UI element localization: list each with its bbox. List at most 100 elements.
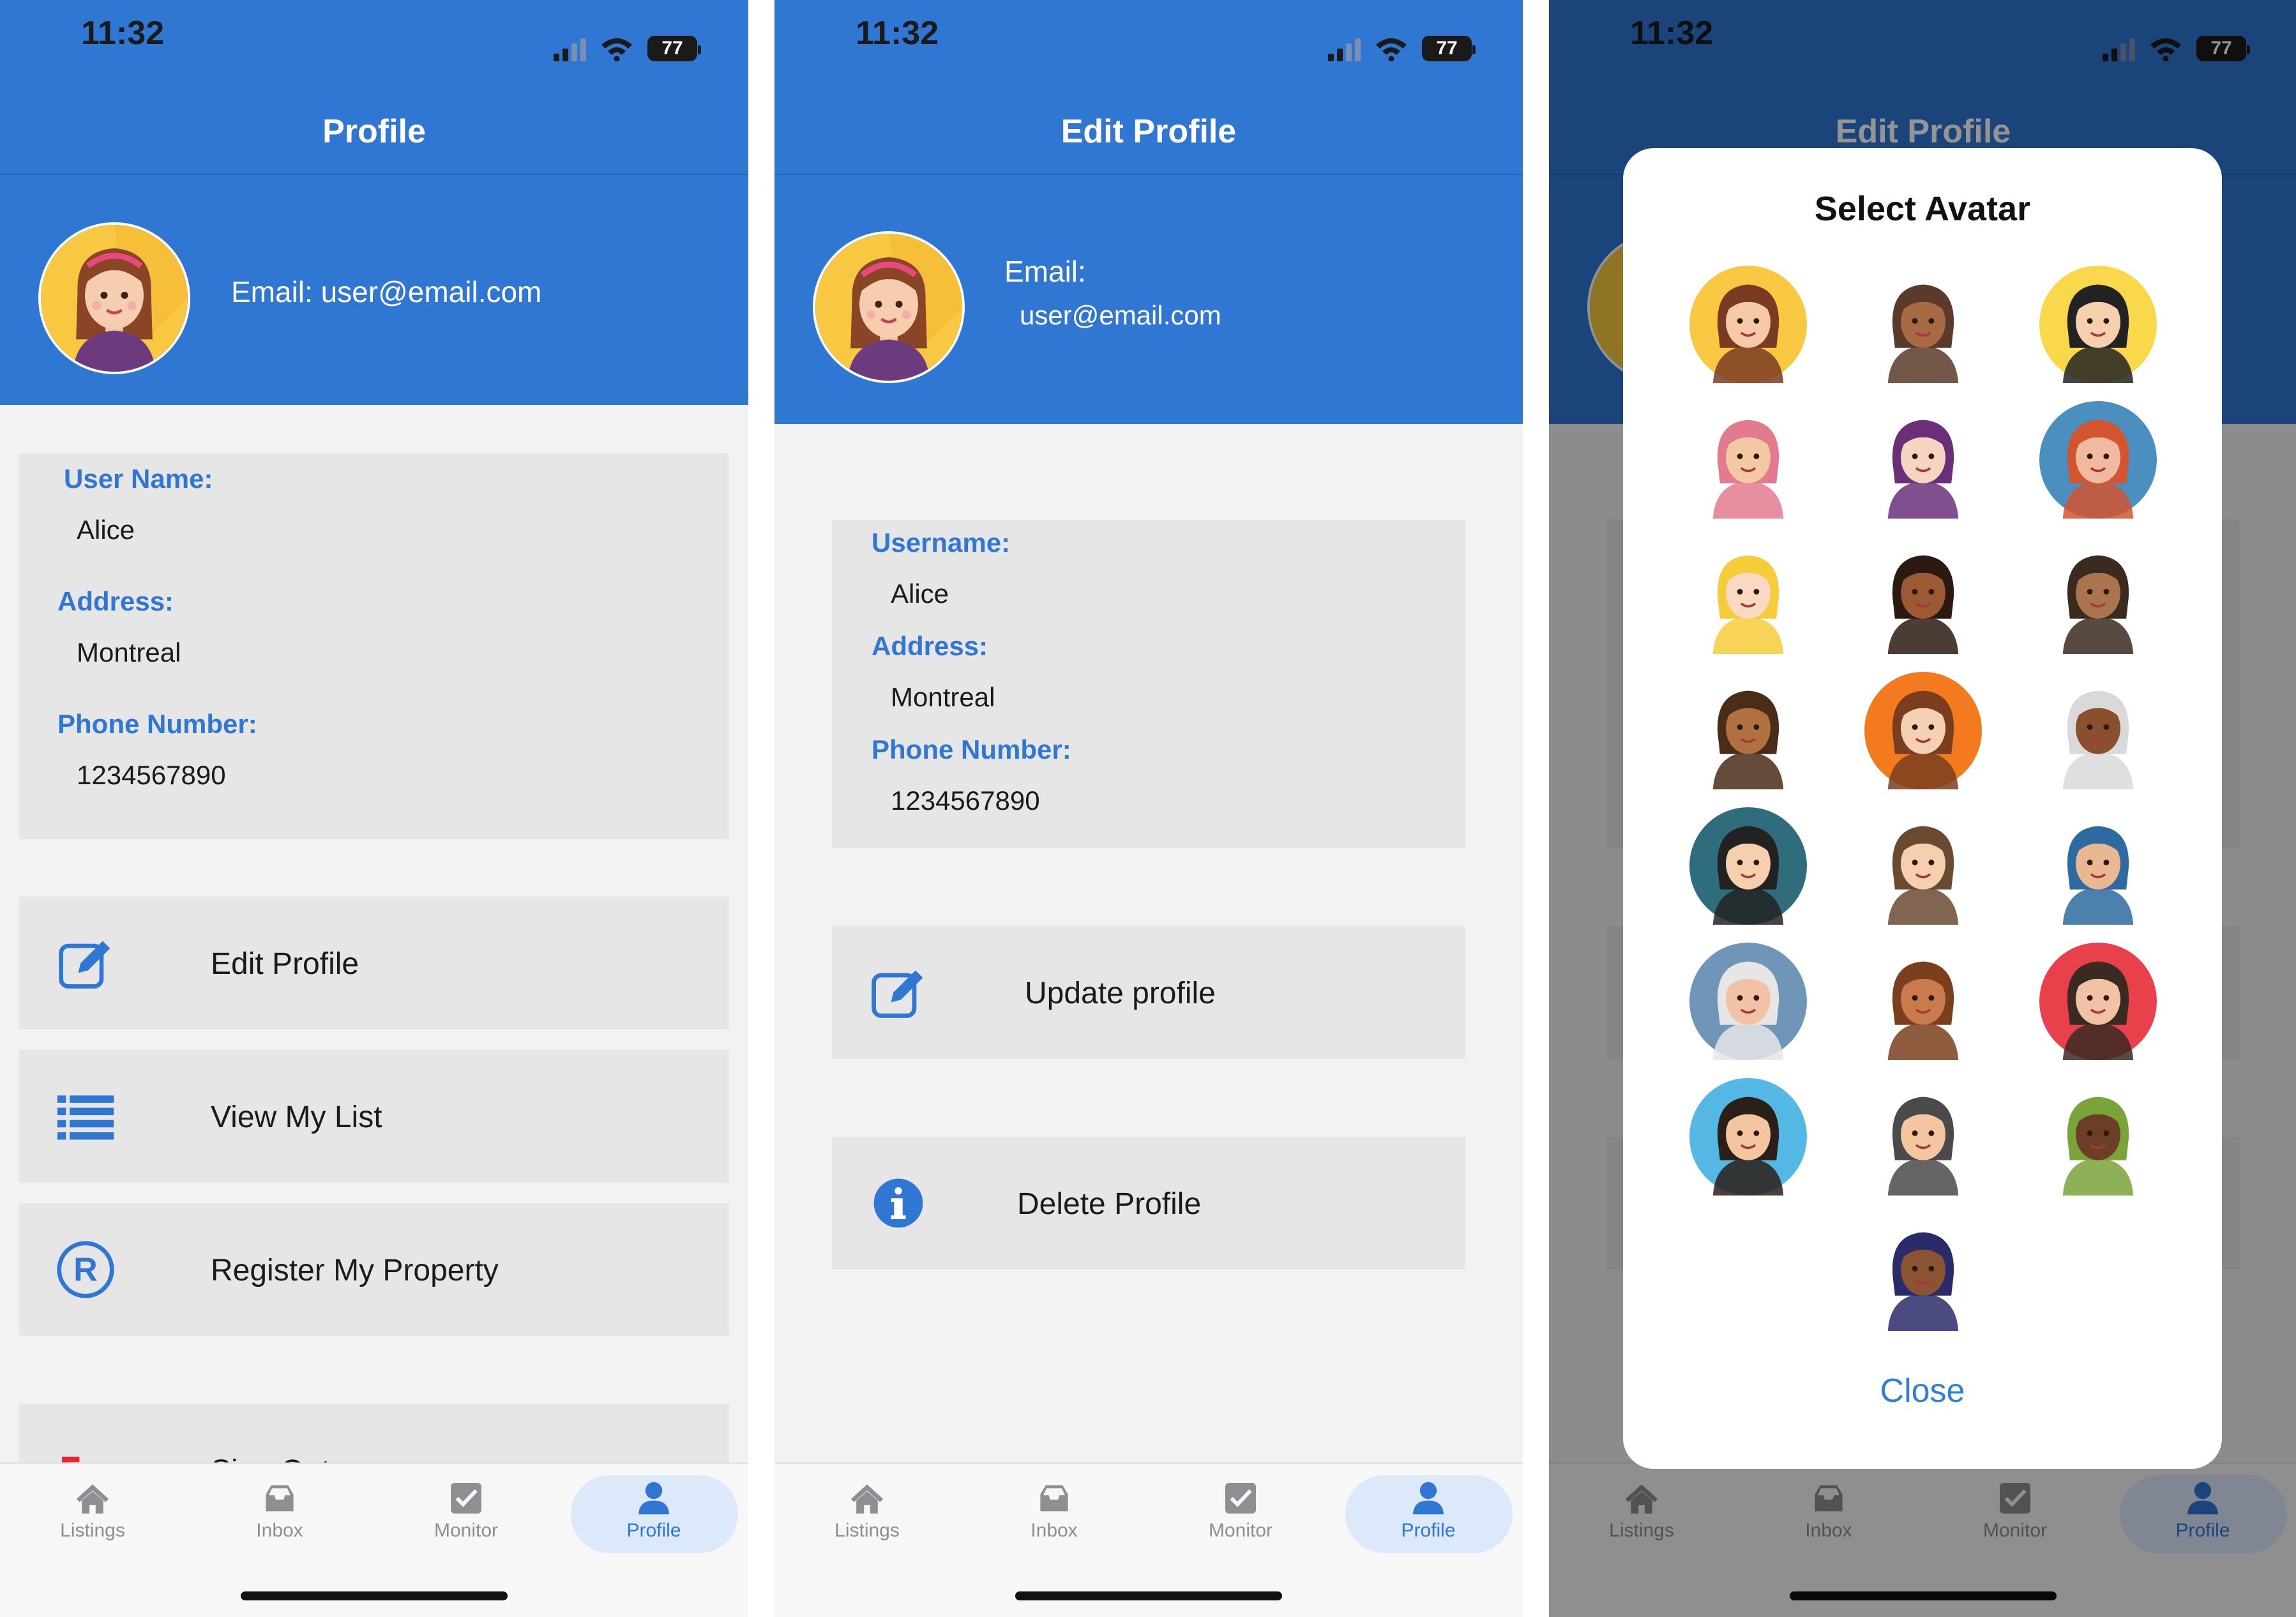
tab-listings[interactable]: Listings [10, 1479, 176, 1554]
list-icon [55, 1086, 116, 1147]
avatar-portrait-icon [1864, 943, 1982, 1060]
avatar-option[interactable] [2039, 266, 2157, 383]
tab-inbox[interactable]: Inbox [197, 1479, 363, 1554]
avatar-option[interactable] [2039, 807, 2157, 925]
checkbox-icon [1221, 1479, 1260, 1517]
home-icon [73, 1479, 112, 1517]
avatar-option[interactable] [1864, 536, 1982, 654]
wifi-icon [1376, 38, 1407, 61]
avatar-option[interactable] [1689, 401, 1807, 519]
close-button[interactable]: Close [1623, 1372, 2222, 1410]
avatar-portrait-icon [1864, 266, 1982, 383]
view-my-list-label: View My List [211, 1100, 382, 1134]
battery-icon: 77 [1422, 36, 1476, 61]
tab-listings[interactable]: Listings [784, 1479, 950, 1554]
avatar-option[interactable] [1864, 943, 1982, 1060]
address-value[interactable]: Montreal [891, 682, 995, 713]
tab-listings-label: Listings [60, 1520, 125, 1541]
profile-screen: Profile 11:32 77 Email: user@email.com U… [0, 0, 748, 1617]
page-title: Edit Profile [1061, 113, 1237, 150]
phone-value[interactable]: 1234567890 [891, 786, 1040, 816]
address-value: Montreal [77, 637, 181, 667]
avatar-option[interactable] [1864, 266, 1982, 383]
delete-profile-label: Delete Profile [1017, 1187, 1202, 1221]
select-avatar-modal: Select Avatar Close [1623, 148, 2222, 1469]
username-value: Alice [77, 515, 135, 545]
profile-header: Email: user@email.com [0, 175, 748, 405]
cellular-signal-icon [1328, 37, 1361, 61]
avatar-option[interactable] [1689, 943, 1807, 1060]
status-time: 11:32 [856, 15, 939, 52]
avatar[interactable] [38, 222, 190, 374]
modal-title: Select Avatar [1814, 190, 2031, 228]
inbox-icon [261, 1479, 299, 1517]
home-indicator [241, 1591, 508, 1600]
avatar-portrait-icon [1689, 536, 1807, 654]
phone-label: Phone Number: [57, 709, 257, 739]
avatar-option[interactable] [2039, 536, 2157, 654]
edit-profile-button[interactable]: Edit Profile [19, 897, 729, 1029]
register-property-button[interactable]: Register My Property [19, 1203, 729, 1336]
battery-icon: 77 [647, 36, 701, 61]
username-label: Username: [872, 528, 1011, 558]
avatar-option[interactable] [2039, 401, 2157, 519]
avatar-option[interactable] [1864, 807, 1982, 925]
avatar-option[interactable] [2039, 943, 2157, 1060]
person-icon [1409, 1479, 1447, 1517]
avatar-option[interactable] [1689, 672, 1807, 789]
cellular-signal-icon [554, 37, 586, 61]
tab-listings-label: Listings [835, 1520, 900, 1541]
avatar-portrait-icon [2039, 807, 2157, 925]
select-avatar-screen: Edit Profile Listings Inbox Monitor Prof… [1549, 0, 2296, 1617]
avatar-option[interactable] [1689, 266, 1807, 383]
avatar-portrait-icon [2039, 401, 2157, 519]
update-profile-button[interactable]: Update profile [832, 926, 1465, 1059]
person-icon [635, 1479, 673, 1517]
avatar-portrait-icon [1689, 943, 1807, 1060]
avatar-option[interactable] [1864, 672, 1982, 789]
delete-profile-button[interactable]: Delete Profile [832, 1137, 1465, 1270]
avatar-option[interactable] [1689, 1078, 1807, 1196]
avatar-portrait-icon [1689, 266, 1807, 383]
edit-profile-screen: Edit Profile 11:32 77 Email: user@email.… [774, 0, 1523, 1617]
avatar-portrait-icon [2039, 536, 2157, 654]
avatar-option[interactable] [1864, 1213, 1982, 1331]
avatar-option[interactable] [1864, 401, 1982, 519]
edit-icon [868, 962, 929, 1023]
tab-monitor-label: Monitor [434, 1520, 499, 1541]
avatar-option[interactable] [2039, 672, 2157, 789]
tab-monitor[interactable]: Monitor [383, 1479, 549, 1554]
avatar-portrait-icon [1689, 401, 1807, 519]
inbox-icon [1035, 1479, 1073, 1517]
phone-label: Phone Number: [872, 734, 1071, 764]
tab-profile-label: Profile [626, 1520, 681, 1541]
tab-inbox-label: Inbox [1031, 1520, 1078, 1541]
tab-profile[interactable]: Profile [1345, 1479, 1511, 1554]
tab-inbox[interactable]: Inbox [971, 1479, 1137, 1554]
avatar-option[interactable] [1689, 536, 1807, 654]
tab-monitor[interactable]: Monitor [1158, 1479, 1324, 1554]
tab-monitor-label: Monitor [1208, 1520, 1273, 1541]
username-value[interactable]: Alice [891, 579, 949, 609]
avatar-portrait-icon [1864, 1078, 1982, 1196]
avatar-option[interactable] [1689, 807, 1807, 925]
avatar-portrait-icon [1864, 672, 1982, 789]
home-icon [848, 1479, 886, 1517]
avatar[interactable] [813, 231, 965, 383]
tab-inbox-label: Inbox [256, 1520, 303, 1541]
registered-icon [55, 1239, 116, 1300]
avatar-portrait-icon [1689, 807, 1807, 925]
wifi-icon [601, 38, 632, 61]
view-my-list-button[interactable]: View My List [19, 1050, 729, 1183]
address-label: Address: [872, 631, 988, 661]
email-label: Email: [1004, 255, 1086, 288]
avatar-portrait-icon [2039, 266, 2157, 383]
update-profile-label: Update profile [1025, 976, 1216, 1010]
avatar-option[interactable] [2039, 1078, 2157, 1196]
avatar-option[interactable] [1864, 1078, 1982, 1196]
avatar-portrait-icon [1689, 1078, 1807, 1196]
tab-profile[interactable]: Profile [571, 1479, 737, 1554]
status-time: 11:32 [81, 15, 165, 52]
status-bar: 11:32 77 [774, 0, 1523, 77]
address-label: Address: [57, 586, 174, 616]
